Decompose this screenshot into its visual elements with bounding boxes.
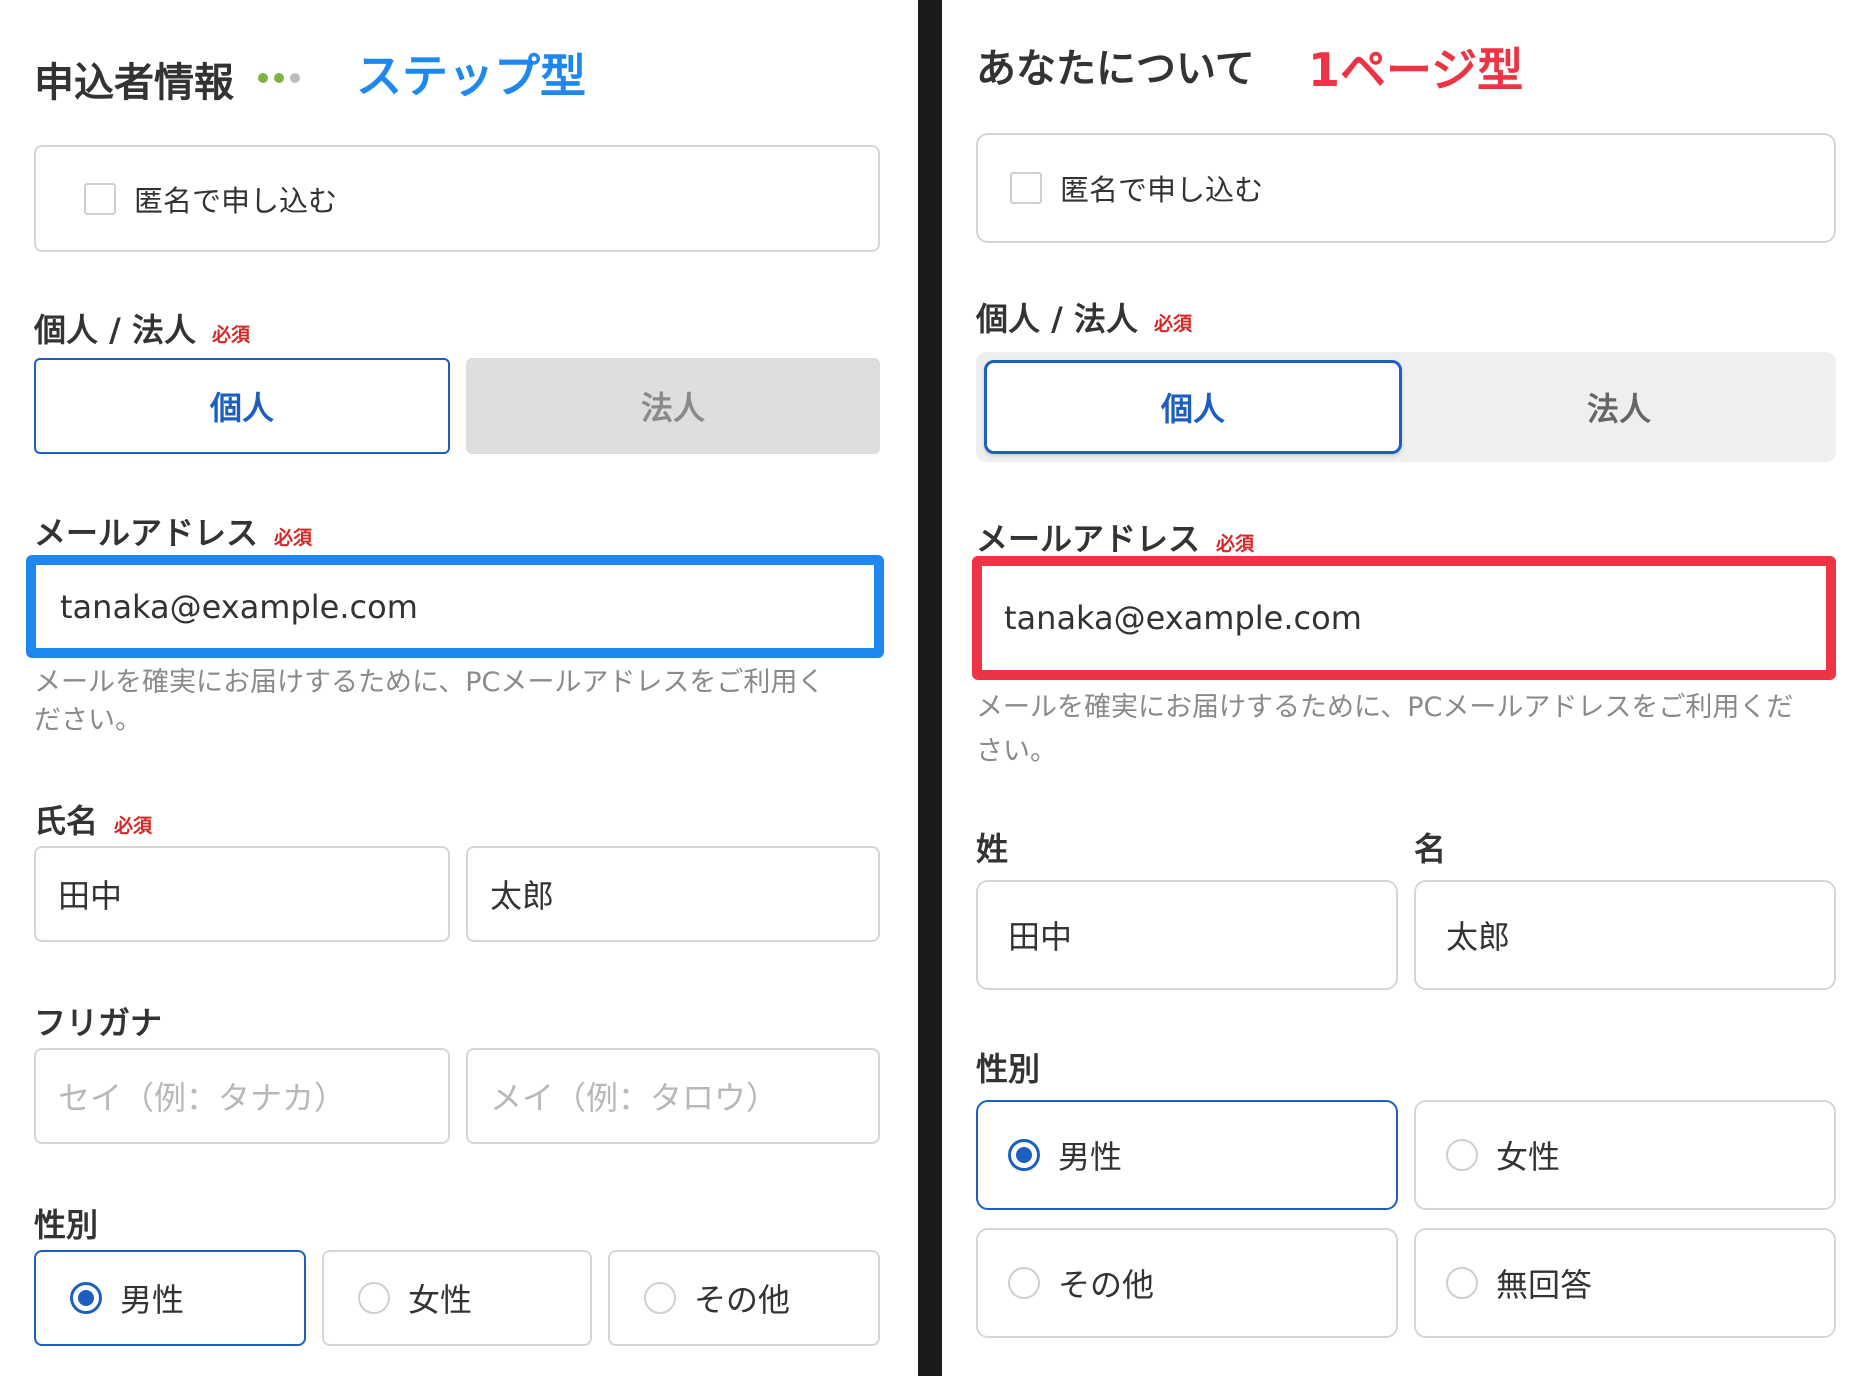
last-name-input[interactable]: 田中 [976, 880, 1398, 990]
radio-selected-icon [1008, 1139, 1040, 1171]
radio-icon [644, 1282, 676, 1314]
required-badge: 必須 [211, 324, 250, 346]
gender-option-male[interactable]: 男性 [976, 1100, 1398, 1210]
gender-option-male[interactable]: 男性 [34, 1250, 306, 1346]
first-name-value: 太郎 [490, 877, 555, 915]
gender-option-label: その他 [1058, 1266, 1155, 1304]
radio-selected-icon [70, 1282, 102, 1314]
gender-field-label: 性別 [34, 1206, 99, 1244]
furigana-field-label: フリガナ [34, 1004, 163, 1042]
gender-option-female[interactable]: 女性 [1414, 1100, 1836, 1210]
last-name-value: 田中 [58, 877, 123, 915]
anonymous-option[interactable]: 匿名で申し込む [976, 133, 1836, 243]
first-name-input[interactable]: 太郎 [466, 846, 880, 942]
email-help-line: メールを確実にお届けするために、PCメールアドレスをご利用く [34, 667, 825, 698]
required-badge: 必須 [274, 527, 313, 549]
type-label-text: 個人 / 法人 [976, 300, 1138, 338]
first-name-field-label: 名 [1414, 830, 1447, 868]
first-name-input[interactable]: 太郎 [1414, 880, 1836, 990]
email-help-line: さい。 [976, 736, 1057, 767]
anonymous-checkbox[interactable] [1010, 172, 1042, 204]
anonymous-label: 匿名で申し込む [134, 183, 338, 218]
email-help-text: メールを確実にお届けするために、PCメールアドレスをご利用くだ さい。 [976, 686, 1836, 774]
email-value: tanaka@example.com [60, 587, 418, 626]
step-progress-indicator [258, 73, 300, 83]
gender-option-label: 男性 [120, 1281, 185, 1319]
gender-option-label: 無回答 [1496, 1266, 1593, 1304]
gender-option-label: 女性 [408, 1281, 473, 1319]
page-title: 申込者情報 [34, 60, 234, 106]
overlay-label-step: ステップ型 [356, 49, 586, 103]
type-label-text: 個人 / 法人 [34, 311, 196, 349]
step-dot [274, 73, 284, 83]
required-badge: 必須 [1153, 313, 1192, 335]
gender-option-female[interactable]: 女性 [322, 1250, 592, 1346]
type-option-corporate[interactable]: 法人 [1410, 360, 1828, 454]
required-badge: 必須 [1216, 533, 1255, 555]
type-option-individual[interactable]: 個人 [34, 358, 450, 454]
gender-option-no-answer[interactable]: 無回答 [1414, 1228, 1836, 1338]
anonymous-option[interactable]: 匿名で申し込む [34, 145, 880, 252]
name-label-text: 氏名 [34, 802, 99, 840]
type-field-label: 個人 / 法人 必須 [34, 305, 250, 351]
furigana-sei-input[interactable]: セイ（例：タナカ） [34, 1048, 450, 1144]
email-value: tanaka@example.com [1004, 599, 1362, 637]
anonymous-checkbox[interactable] [84, 182, 116, 215]
email-label-text: メールアドレス [976, 520, 1201, 558]
first-name-value: 太郎 [1446, 918, 1511, 956]
last-name-field-label: 姓 [976, 830, 1009, 868]
furigana-mei-input[interactable]: メイ（例：タロウ） [466, 1048, 880, 1144]
gender-option-other[interactable]: その他 [608, 1250, 880, 1346]
page-title: あなたについて [976, 46, 1255, 92]
panel-divider [918, 0, 942, 1376]
email-help-line: ださい。 [34, 705, 142, 736]
email-field-label: メールアドレス 必須 [976, 514, 1254, 560]
name-field-label: 氏名 必須 [34, 796, 152, 842]
email-help-line: メールを確実にお届けするために、PCメールアドレスをご利用くだ [976, 692, 1794, 723]
gender-option-label: 女性 [1496, 1138, 1561, 1176]
furigana-mei-placeholder: メイ（例：タロウ） [490, 1079, 779, 1117]
gender-field-label: 性別 [976, 1050, 1041, 1088]
email-field-label: メールアドレス 必須 [34, 508, 312, 554]
furigana-sei-placeholder: セイ（例：タナカ） [58, 1079, 347, 1117]
step-dot [290, 73, 300, 83]
last-name-value: 田中 [1008, 918, 1073, 956]
required-badge: 必須 [114, 815, 153, 837]
gender-option-other[interactable]: その他 [976, 1228, 1398, 1338]
email-label-text: メールアドレス [34, 514, 259, 552]
gender-option-label: その他 [694, 1281, 791, 1319]
radio-icon [1446, 1267, 1478, 1299]
type-field-label: 個人 / 法人 必須 [976, 294, 1192, 340]
anonymous-label: 匿名で申し込む [1060, 173, 1264, 207]
last-name-input[interactable]: 田中 [34, 846, 450, 942]
step-dot [258, 73, 268, 83]
type-option-individual[interactable]: 個人 [984, 360, 1402, 454]
step-form-panel: 申込者情報 ステップ型 匿名で申し込む 個人 / 法人 必須 個人 法人 メール… [0, 0, 918, 1376]
overlay-label-one-page: 1ページ型 [1308, 43, 1524, 97]
email-input[interactable]: tanaka@example.com [972, 556, 1836, 680]
email-input[interactable]: tanaka@example.com [26, 555, 884, 658]
radio-icon [358, 1282, 390, 1314]
one-page-form-panel: あなたについて 1ページ型 匿名で申し込む 個人 / 法人 必須 個人 法人 メ… [942, 0, 1868, 1376]
type-option-corporate[interactable]: 法人 [466, 358, 880, 454]
radio-icon [1008, 1267, 1040, 1299]
email-help-text: メールを確実にお届けするために、PCメールアドレスをご利用く ださい。 [34, 664, 884, 740]
radio-icon [1446, 1139, 1478, 1171]
gender-option-label: 男性 [1058, 1138, 1123, 1176]
